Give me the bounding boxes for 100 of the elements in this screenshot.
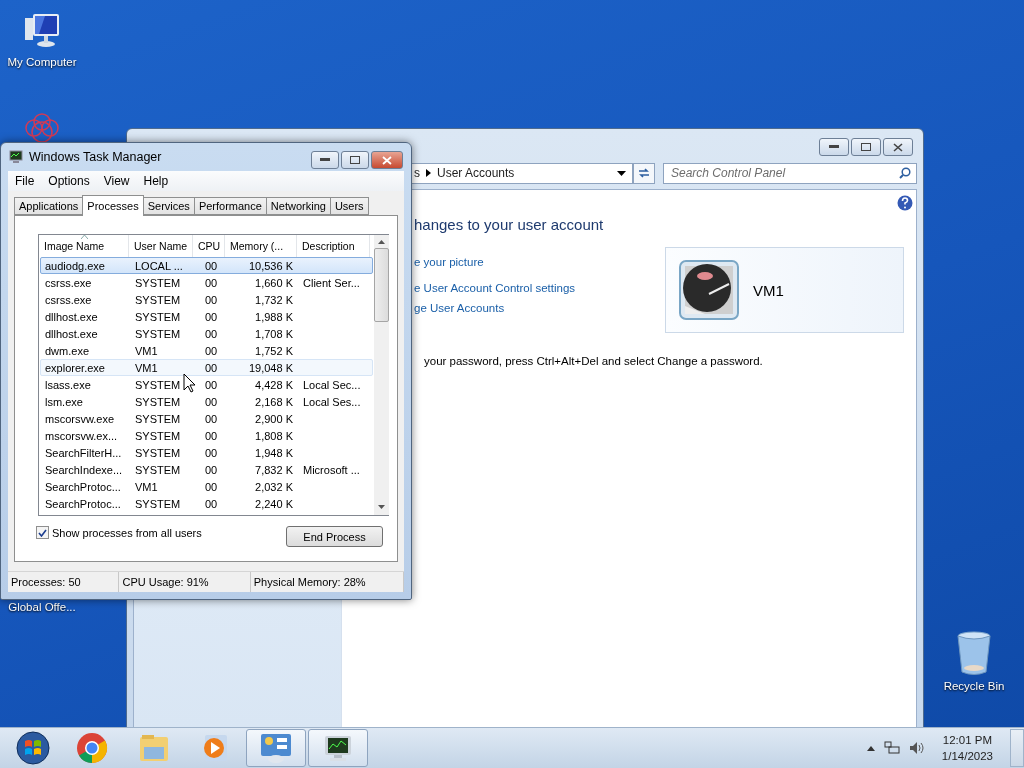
table-cell: 00 (204, 360, 218, 375)
process-row[interactable]: csrss.exe SYSTEM 00 1,732 K (40, 291, 373, 308)
network-icon[interactable] (883, 741, 900, 755)
table-cell: csrss.exe (45, 275, 92, 290)
table-cell: VM1 (135, 343, 158, 358)
process-row[interactable]: SearchFilterH... SYSTEM 00 1,948 K (40, 444, 373, 461)
table-cell: lsass.exe (45, 377, 91, 392)
show-all-users-checkbox[interactable]: Show processes from all users (36, 526, 202, 539)
table-cell: 2,900 K (255, 411, 293, 426)
breadcrumb-item[interactable]: s (414, 166, 420, 180)
search-icon (899, 166, 911, 179)
table-cell: mscorsvw.exe (45, 411, 115, 426)
clock[interactable]: 12:01 PM 1/14/2023 (941, 732, 993, 764)
table-cell: SYSTEM (135, 445, 181, 460)
table-cell: 00 (204, 292, 218, 307)
table-cell: 00 (204, 309, 218, 324)
tab[interactable]: Users (329, 197, 369, 215)
process-row[interactable]: mscorsvw.exe SYSTEM 00 2,900 K (40, 410, 373, 427)
table-cell: lsm.exe (45, 394, 83, 409)
table-cell: SYSTEM (135, 462, 181, 477)
table-cell: SYSTEM (135, 411, 181, 426)
taskbar-app[interactable] (308, 729, 368, 767)
browser-icon[interactable] (76, 732, 108, 764)
process-row[interactable]: explorer.exe VM1 00 19,048 K (40, 359, 373, 376)
tab[interactable]: Services (142, 197, 195, 215)
end-process-button[interactable]: End Process (286, 526, 383, 547)
dropdown-icon[interactable] (617, 170, 626, 176)
refresh-button[interactable] (633, 162, 655, 184)
password-note: your password, press Ctrl+Alt+Del and select Change a password. (424, 355, 764, 367)
table-cell: csrss.exe (45, 292, 92, 307)
status-text: Processes: 50 (8, 572, 120, 592)
process-row[interactable]: lsm.exe SYSTEM 00 2,168 K Local Ses... (40, 393, 373, 410)
search-field[interactable]: Search Control Panel (663, 162, 917, 184)
page-heading: hanges to your user account (414, 216, 605, 233)
volume-icon[interactable] (908, 741, 925, 755)
process-row[interactable]: mscorsvw.ex... SYSTEM 00 1,808 K (40, 427, 373, 444)
settings-link[interactable]: e User Account Control settings (414, 282, 665, 294)
minimize-icon (829, 145, 839, 149)
minimize-button[interactable] (311, 151, 339, 169)
play-icon[interactable] (201, 733, 229, 763)
table-cell: SYSTEM (135, 377, 181, 392)
tab[interactable]: Applications (14, 197, 84, 215)
settings-link[interactable]: ge User Accounts (414, 302, 665, 314)
tab[interactable]: Processes (82, 195, 144, 216)
table-cell: SYSTEM (135, 309, 181, 324)
close-button[interactable] (371, 151, 403, 169)
table-cell: 1,752 K (255, 343, 293, 358)
table-cell: VM1 (135, 360, 158, 375)
scroll-up-icon[interactable] (378, 240, 385, 244)
breadcrumb-item[interactable]: User Accounts (437, 166, 515, 180)
maximize-button[interactable] (341, 151, 369, 169)
process-row[interactable]: SearchProtoc... SYSTEM 00 2,240 K (40, 495, 373, 512)
scroll-down-icon[interactable] (378, 505, 385, 509)
process-row[interactable]: dllhost.exe SYSTEM 00 1,708 K (40, 325, 373, 342)
table-cell: SearchProtoc... (45, 479, 121, 494)
help-icon[interactable] (897, 195, 913, 211)
process-row[interactable]: lsass.exe SYSTEM 00 4,428 K Local Sec... (40, 376, 373, 393)
process-row[interactable]: dwm.exe VM1 00 1,752 K (40, 342, 373, 359)
table-cell: 10,536 K (248, 258, 293, 273)
table-cell: 00 (204, 377, 218, 392)
checkmark-icon (38, 528, 47, 537)
table-cell: explorer.exe (45, 360, 105, 375)
table-cell: SYSTEM (135, 326, 181, 341)
tab[interactable]: Networking (265, 197, 331, 215)
table-cell: 00 (204, 462, 218, 477)
status-text: Physical Memory: 28% (250, 572, 404, 592)
desktop-icon-label[interactable]: Global Offe... (8, 601, 76, 613)
table-cell: 00 (204, 479, 218, 494)
menu-item[interactable]: Options (41, 174, 97, 188)
mouse-cursor-icon (183, 373, 196, 393)
control-panel-icon[interactable] (259, 732, 293, 764)
close-button[interactable] (883, 138, 913, 156)
maximize-button[interactable] (851, 138, 881, 156)
turntable-avatar-icon (679, 260, 739, 320)
window-title: Windows Task Manager (29, 150, 162, 164)
menu-item[interactable]: File (8, 174, 42, 188)
process-row[interactable]: csrss.exe SYSTEM 00 1,660 K Client Ser... (40, 274, 373, 291)
close-icon (382, 155, 392, 165)
user-name: VM1 (753, 281, 784, 299)
show-hidden-icons-icon[interactable] (866, 745, 875, 751)
desktop-icon-label[interactable]: My Computer (7, 56, 77, 68)
desktop-icon-label[interactable]: Recycle Bin (943, 680, 1005, 692)
menu-item[interactable]: Help (136, 174, 176, 188)
table-cell: SYSTEM (135, 428, 181, 443)
process-row[interactable]: SearchIndexe... SYSTEM 00 7,832 K Microsoft ... (40, 461, 373, 478)
scrollbar[interactable] (374, 235, 389, 515)
recycle-bin-icon (956, 630, 992, 676)
process-row[interactable]: dllhost.exe SYSTEM 00 1,988 K (40, 308, 373, 325)
table-cell: 00 (204, 326, 218, 341)
table-cell: 1,708 K (255, 326, 293, 341)
table-cell: 00 (204, 428, 218, 443)
start-orb-icon[interactable] (16, 731, 50, 765)
settings-link[interactable]: e your picture (414, 256, 665, 268)
minimize-button[interactable] (819, 138, 849, 156)
process-row[interactable]: audiodg.exe LOCAL ... 00 10,536 K (40, 257, 373, 274)
tab[interactable]: Performance (193, 197, 267, 215)
menu-item[interactable]: View (96, 174, 137, 188)
process-row[interactable]: SearchProtoc... VM1 00 2,032 K (40, 478, 373, 495)
monitor-icon (9, 150, 23, 164)
table-cell: SearchIndexe... (45, 462, 123, 477)
